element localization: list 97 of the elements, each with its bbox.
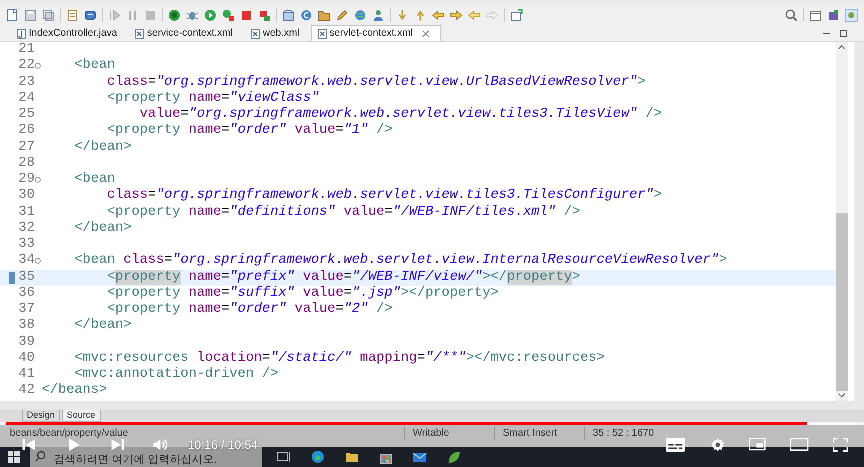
line-number: 21 — [18, 42, 35, 58]
settings-icon[interactable] — [711, 438, 726, 452]
code-line: <property name="definitions" value="/WEB-INF/tiles.xml" /> — [106, 204, 580, 221]
editor-tab[interactable]: servlet-context.xml — [310, 25, 442, 41]
line-number: 24 — [18, 90, 35, 107]
status-text: Smart Insert — [494, 426, 584, 441]
maximize-icon[interactable] — [839, 28, 848, 38]
code-line: </bean> — [74, 318, 132, 334]
line-number: 41 — [18, 367, 35, 384]
globe-icon[interactable] — [354, 9, 367, 22]
task-view-icon[interactable] — [276, 450, 292, 464]
line-number: 37 — [18, 302, 35, 318]
person-icon[interactable] — [372, 9, 385, 22]
back-icon[interactable] — [432, 9, 445, 22]
line-number: 30 — [18, 188, 35, 204]
previous-icon[interactable] — [22, 438, 36, 452]
save-all-icon[interactable] — [42, 9, 55, 22]
status-text: Writable — [404, 426, 494, 441]
code-line: <mvc:annotation-driven /> — [74, 367, 279, 383]
horizontal-scrollbar[interactable] — [0, 401, 864, 410]
code-line: <bean — [74, 58, 116, 74]
code-line: <property name="order" value="1" /> — [106, 123, 393, 140]
miniplayer-icon[interactable] — [749, 438, 766, 452]
terminal-icon[interactable] — [84, 9, 97, 22]
pencil-icon[interactable] — [336, 9, 349, 22]
line-number: 35 — [18, 270, 35, 286]
save-icon[interactable] — [24, 9, 37, 22]
code-line: <bean — [74, 172, 116, 188]
line-number: 33 — [18, 237, 35, 254]
xml-file-icon — [318, 28, 327, 38]
terminate-icon[interactable] — [240, 9, 253, 22]
windows-logo-icon[interactable] — [8, 451, 20, 463]
xml-file-icon — [250, 28, 260, 38]
view-tab[interactable]: Source — [62, 410, 101, 422]
code-line: </bean> — [74, 220, 132, 237]
line-number: 32 — [18, 220, 35, 237]
bookmark-icon — [9, 272, 15, 284]
fold-icon[interactable] — [35, 177, 41, 183]
spring-perspective-icon[interactable] — [845, 9, 858, 22]
fold-icon[interactable] — [35, 63, 41, 70]
line-number: 39 — [18, 334, 35, 351]
new-file-icon[interactable] — [6, 9, 19, 22]
fullscreen-icon[interactable] — [832, 438, 848, 452]
code-line: <mvc:resources location="/static/" mapping="/**"></mvc:resources> — [74, 350, 605, 367]
line-number: 26 — [18, 123, 35, 140]
line-number: 25 — [18, 107, 35, 124]
next-icon[interactable] — [110, 438, 125, 452]
play-icon[interactable] — [68, 438, 81, 452]
line-number: 38 — [18, 318, 35, 334]
code-line: <property name="viewClass" — [106, 90, 320, 107]
volume-icon[interactable] — [152, 438, 168, 452]
leaf-icon[interactable] — [446, 450, 462, 464]
status-path: beans/bean/property/value — [10, 427, 128, 441]
annotation-up-icon[interactable] — [414, 9, 427, 22]
java-ee-icon[interactable] — [827, 9, 840, 22]
code-line: </bean> — [74, 140, 132, 156]
line-number: 29 — [18, 172, 35, 188]
debug-icon[interactable] — [186, 9, 199, 22]
line-number: 23 — [18, 74, 35, 91]
code-line: class="org.springframework.web.servlet.view.UrlBasedViewResolver"> — [106, 74, 646, 91]
line-number: 22 — [18, 58, 35, 74]
search-icon — [30, 447, 50, 467]
code-line: <property name="suffix" value=".jsp"></property> — [106, 286, 499, 302]
java-file-icon — [17, 28, 26, 38]
line-number: 28 — [18, 156, 35, 172]
editor-tab[interactable]: IndexController.java — [10, 25, 128, 41]
forward-icon[interactable] — [450, 9, 463, 22]
document-icon[interactable] — [66, 9, 79, 22]
theater-mode-icon[interactable] — [790, 438, 809, 452]
run-icon[interactable] — [204, 9, 217, 22]
line-number: 27 — [18, 140, 35, 156]
editor-tab[interactable]: service-context.xml — [128, 25, 244, 41]
fold-icon[interactable] — [35, 258, 41, 264]
line-number: 40 — [18, 350, 35, 367]
xml-file-icon — [135, 28, 144, 38]
package-icon[interactable] — [282, 9, 295, 22]
perspective-icon[interactable] — [809, 9, 822, 22]
pin-editor-icon[interactable] — [510, 9, 523, 22]
line-number: 34 — [18, 253, 35, 270]
annotation-down-icon[interactable] — [396, 9, 409, 22]
line-number: 36 — [18, 286, 35, 302]
code-line: <property name="prefix" value="/WEB-INF/view/"></property> — [106, 270, 580, 286]
code-line: <property name="order" value="2" /> — [106, 302, 393, 318]
code-line: <bean class="org.springframework.web.servlet.view.InternalResourceViewResolver"> — [74, 253, 728, 270]
code-line: class="org.springframework.web.servlet.view.tiles3.TilesConfigurer"> — [106, 188, 662, 204]
code-line: value="org.springframework.web.servlet.view.tiles3.TilesView" /> — [138, 107, 662, 123]
scrollbar-thumb[interactable] — [836, 213, 848, 391]
close-icon[interactable] — [422, 30, 430, 38]
folder-icon[interactable] — [318, 9, 331, 22]
subtitles-icon[interactable] — [666, 438, 686, 452]
class-icon[interactable] — [300, 9, 313, 22]
code-line: </beans> — [42, 383, 108, 400]
line-number: 31 — [18, 204, 35, 221]
line-number: 42 — [18, 383, 35, 400]
editor-tab[interactable]: web.xml — [244, 25, 311, 41]
edge-browser-icon[interactable] — [310, 450, 326, 464]
search-icon[interactable] — [785, 9, 798, 22]
